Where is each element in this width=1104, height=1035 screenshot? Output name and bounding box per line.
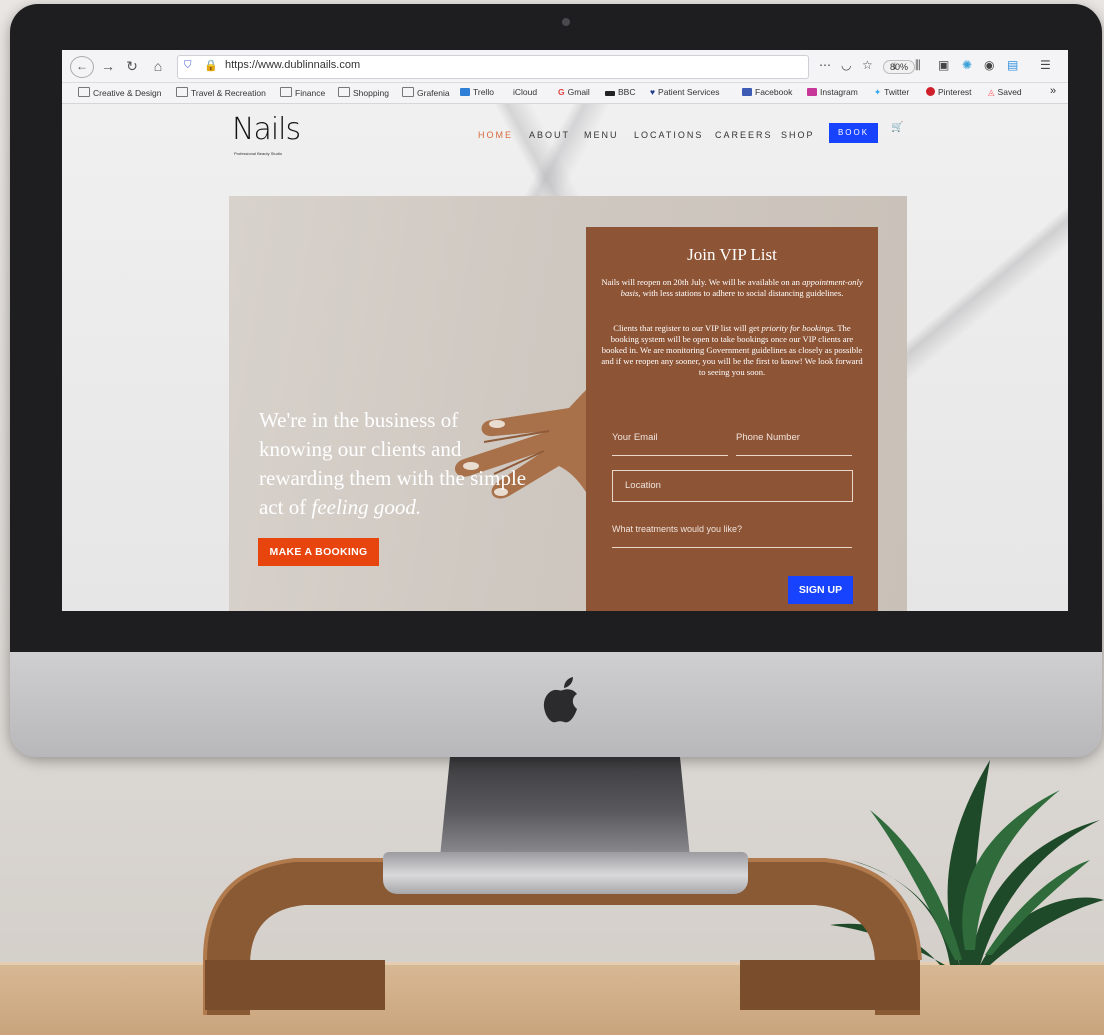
vip-title: Join VIP List	[687, 245, 777, 264]
bookmark-item[interactable]: Travel & Recreation	[176, 87, 266, 98]
bookmark-item[interactable]: ♥ Patient Services	[650, 87, 719, 97]
folder-icon	[176, 87, 188, 97]
treatments-underline	[612, 547, 852, 548]
camera	[562, 18, 570, 26]
nav-menu[interactable]: MENU	[584, 130, 619, 140]
email-field[interactable]: Your Email	[612, 432, 658, 443]
airbnb-icon: ◬	[988, 87, 995, 97]
vip-paragraph-2: Clients that register to our VIP list wi…	[601, 323, 863, 377]
twitter-icon: ✦	[874, 87, 882, 97]
treatments-field[interactable]: What treatments would you like?	[612, 524, 742, 534]
hero-headline-emphasis: feeling good.	[311, 495, 422, 519]
nav-shop[interactable]: SHOP	[781, 130, 815, 140]
pocket-icon[interactable]: ◡	[841, 58, 851, 72]
bookmark-item[interactable]: Instagram	[807, 87, 858, 97]
sidebar-icon[interactable]: ▣	[938, 58, 949, 72]
forward-arrow-icon[interactable]: →	[100, 56, 116, 76]
url-bar[interactable]: ⛉ 🔒 https://www.dublinnails.com 80%	[177, 55, 916, 79]
bookmark-item[interactable]: Shopping	[338, 87, 389, 98]
sign-up-button[interactable]: SIGN UP	[788, 576, 853, 604]
pinterest-icon	[926, 87, 935, 96]
website: Nails Professional Beauty Studio HOME AB…	[62, 104, 1068, 611]
location-placeholder: Location	[625, 480, 661, 491]
trello-icon	[460, 88, 470, 96]
bookmark-item[interactable]: Grafenia	[402, 87, 450, 98]
folder-icon	[402, 87, 414, 97]
bookmark-item[interactable]: ✦ Twitter	[874, 87, 909, 98]
bookmark-item[interactable]: ◬ Saved	[988, 87, 1022, 98]
extension-icon[interactable]: ✺	[962, 58, 972, 72]
instagram-icon	[807, 88, 817, 96]
bbc-icon	[605, 91, 615, 96]
hamburger-menu-icon[interactable]: ☰	[1040, 58, 1051, 72]
screen: ← → ↻ ⌂ ⛉ 🔒 https://www.dublinnails.com …	[62, 50, 1068, 611]
download-icon[interactable]: ↓	[892, 58, 898, 72]
location-field[interactable]: Location	[612, 470, 853, 502]
folder-icon	[280, 87, 292, 97]
make-a-booking-button[interactable]: MAKE A BOOKING	[258, 538, 379, 566]
bookmark-item[interactable]: Creative & Design	[78, 87, 162, 98]
bookmark-item[interactable]: G Gmail	[558, 87, 590, 97]
site-logo[interactable]: Nails	[232, 112, 301, 147]
nav-home[interactable]: HOME	[478, 130, 513, 140]
folder-icon	[78, 87, 90, 97]
screenshot-icon[interactable]: ▤	[1007, 58, 1018, 72]
apple-logo-icon	[543, 677, 577, 723]
overflow-chevron-icon[interactable]: »	[1050, 85, 1056, 97]
email-underline	[612, 455, 728, 456]
library-icon[interactable]: ⫼	[915, 58, 921, 73]
bookmark-item[interactable]: Trello	[460, 87, 494, 97]
nav-careers[interactable]: CAREERS	[715, 130, 773, 140]
browser-toolbar: ← → ↻ ⌂ ⛉ 🔒 https://www.dublinnails.com …	[62, 50, 1068, 83]
account-icon[interactable]: ◉	[984, 58, 994, 72]
phone-field[interactable]: Phone Number	[736, 432, 800, 443]
cart-icon[interactable]: 🛒	[891, 122, 903, 133]
vip-signup-panel: Join VIP List Nails will reopen on 20th …	[586, 227, 878, 611]
folder-icon	[338, 87, 350, 97]
more-icon[interactable]: ⋯	[819, 58, 831, 72]
heart-icon: ♥	[650, 87, 656, 97]
star-icon[interactable]: ☆	[862, 58, 873, 72]
logo-tagline: Professional Beauty Studio	[234, 151, 283, 156]
bookmark-item[interactable]: Finance	[280, 87, 325, 98]
bookmark-item[interactable]: Pinterest	[926, 87, 972, 97]
nav-locations[interactable]: LOCATIONS	[634, 130, 703, 140]
url-text: https://www.dublinnails.com	[225, 59, 361, 71]
google-icon: G	[558, 87, 565, 97]
book-button[interactable]: BOOK	[829, 123, 878, 143]
vip-paragraph-1: Nails will reopen on 20th July. We will …	[601, 277, 863, 298]
home-icon[interactable]: ⌂	[150, 56, 166, 76]
shield-icon: ⛉	[184, 60, 192, 71]
bookmark-item[interactable]: BBC	[605, 87, 635, 97]
phone-underline	[736, 455, 852, 456]
reload-icon[interactable]: ↻	[124, 56, 140, 76]
lock-icon: 🔒	[204, 60, 218, 72]
facebook-icon	[742, 88, 752, 96]
monitor-foot	[383, 852, 748, 894]
zoom-badge[interactable]: 80%	[883, 60, 916, 74]
bookmark-item[interactable]: Facebook	[742, 87, 792, 97]
back-arrow-icon[interactable]: ←	[70, 56, 94, 78]
bookmark-item[interactable]: iCloud	[510, 87, 537, 97]
hero-headline: We're in the business of knowing our cli…	[259, 408, 527, 519]
monitor-neck	[440, 757, 690, 857]
bookmarks-bar: Creative & Design Travel & Recreation Fi…	[62, 83, 1068, 104]
nav-about[interactable]: ABOUT	[529, 130, 570, 140]
hero-section: We're in the business of knowing our cli…	[229, 196, 907, 611]
